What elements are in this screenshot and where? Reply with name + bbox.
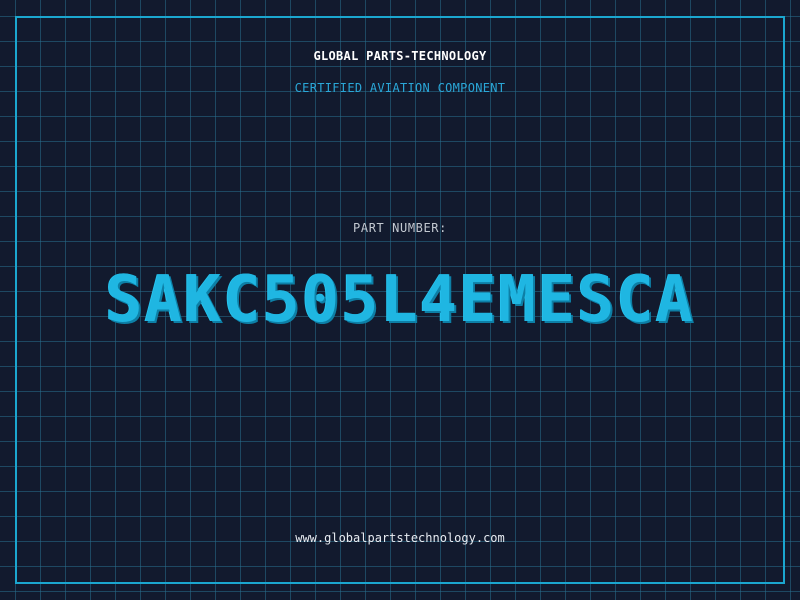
part-number-label: PART NUMBER: <box>353 221 447 235</box>
website-url: www.globalpartstechnology.com <box>295 531 505 545</box>
part-number-value: SAKC505L4EMESCA <box>105 263 695 337</box>
part-card: GLOBAL PARTS-TECHNOLOGY CERTIFIED AVIATI… <box>0 0 800 600</box>
company-name: GLOBAL PARTS-TECHNOLOGY <box>313 49 487 63</box>
certification-subtitle: CERTIFIED AVIATION COMPONENT <box>294 81 506 95</box>
